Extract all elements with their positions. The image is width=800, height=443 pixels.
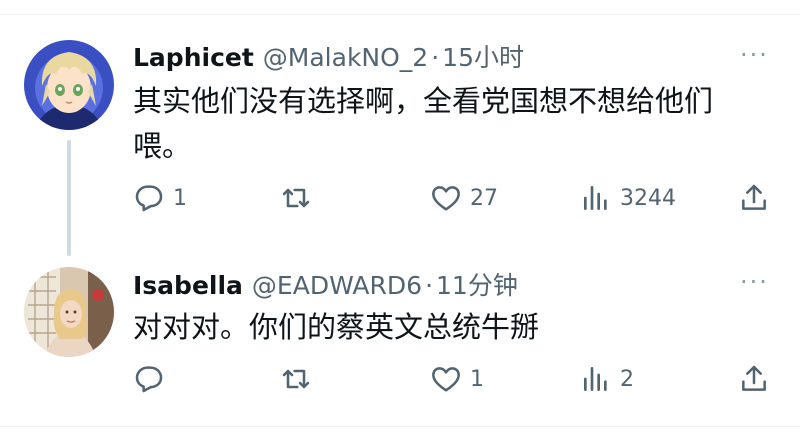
retweet-icon xyxy=(280,363,312,395)
share-button[interactable] xyxy=(738,363,770,395)
separator-dot: · xyxy=(425,271,434,300)
like-count: 27 xyxy=(470,185,498,211)
user-handle[interactable]: @MalakNO_2 xyxy=(263,43,428,72)
views-icon xyxy=(580,182,612,214)
like-icon xyxy=(430,182,462,214)
timestamp[interactable]: 11分钟 xyxy=(436,266,518,302)
views-icon xyxy=(580,363,612,395)
share-icon xyxy=(738,182,770,214)
more-icon[interactable]: ··· xyxy=(740,41,769,69)
tweet-1-text: 其实他们没有选择啊，全看党国想不想给他们喂。 xyxy=(133,84,714,163)
tweet-1-actions: 1 27 3244 xyxy=(0,177,800,217)
separator-dot: · xyxy=(431,43,440,72)
top-divider xyxy=(0,14,800,15)
thread-connector-line xyxy=(67,140,71,256)
reply-button[interactable] xyxy=(133,363,173,395)
retweet-button[interactable] xyxy=(280,182,320,214)
timestamp[interactable]: 15小时 xyxy=(442,38,524,74)
share-icon xyxy=(738,363,770,395)
views-count: 3244 xyxy=(620,185,676,211)
like-button[interactable]: 1 xyxy=(430,363,484,395)
avatar-isabella[interactable] xyxy=(24,267,114,357)
tweet-2-text: 对对对。你们的蔡英文总统牛掰 xyxy=(133,310,540,344)
tweet-1-header: Laphicet @MalakNO_2 · 15小时 xyxy=(133,38,524,74)
reply-icon xyxy=(133,363,165,395)
views-button[interactable]: 3244 xyxy=(580,182,676,214)
display-name[interactable]: Laphicet xyxy=(133,43,254,72)
reply-button[interactable]: 1 xyxy=(133,182,187,214)
views-button[interactable]: 2 xyxy=(580,363,634,395)
like-button[interactable]: 27 xyxy=(430,182,498,214)
avatar-laphicet[interactable] xyxy=(24,40,114,130)
tweet-2-header: Isabella @EADWARD6 · 11分钟 xyxy=(133,266,518,302)
retweet-button[interactable] xyxy=(280,363,320,395)
display-name[interactable]: Isabella xyxy=(133,271,243,300)
bottom-divider xyxy=(0,426,800,427)
reply-count: 1 xyxy=(173,185,187,211)
user-handle[interactable]: @EADWARD6 xyxy=(252,271,422,300)
like-icon xyxy=(430,363,462,395)
retweet-icon xyxy=(280,182,312,214)
share-button[interactable] xyxy=(738,182,770,214)
tweet-2-actions: 1 2 xyxy=(0,358,800,398)
like-count: 1 xyxy=(470,366,484,392)
reply-icon xyxy=(133,182,165,214)
more-icon[interactable]: ··· xyxy=(740,268,769,296)
views-count: 2 xyxy=(620,366,634,392)
